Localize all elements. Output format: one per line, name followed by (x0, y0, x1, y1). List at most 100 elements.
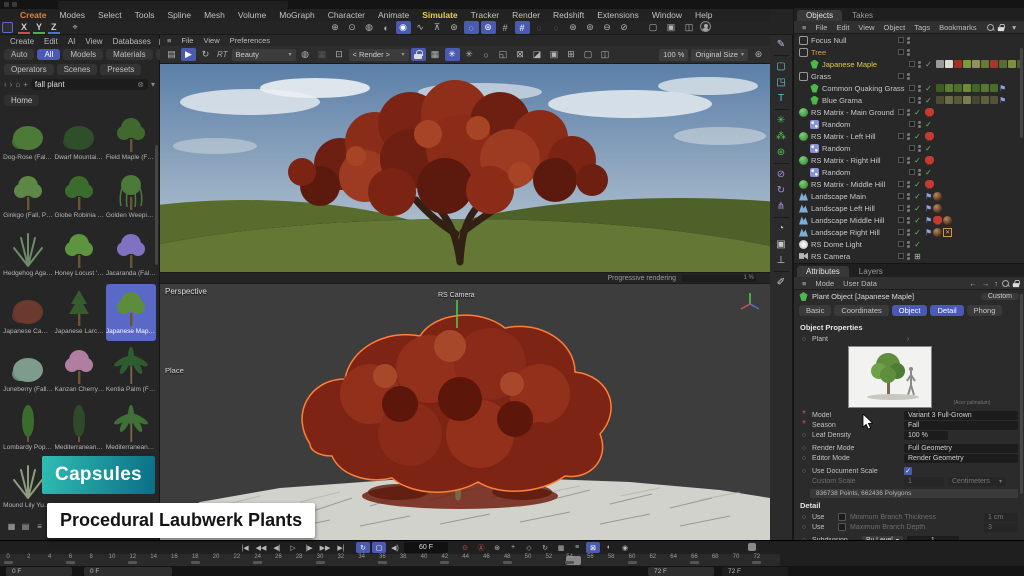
enable-check-icon[interactable]: ✓ (913, 180, 922, 189)
cloth-icon[interactable]: ◍ (362, 21, 377, 34)
layer-box-icon[interactable] (909, 85, 915, 91)
layer-box-icon[interactable] (909, 145, 915, 151)
object-row[interactable]: Focus Null (794, 34, 1024, 46)
visibility-dots-icon[interactable] (907, 241, 910, 248)
particle-settings-icon[interactable]: ⊚ (583, 21, 598, 34)
parameter-icon[interactable]: ▦ (554, 542, 568, 553)
object-row[interactable]: RS Matrix - Left Hill ✓ (794, 130, 1024, 142)
pyro-icon[interactable]: ◌ (464, 21, 479, 34)
goto-start-button[interactable]: |◀ (238, 542, 252, 553)
menu-render[interactable]: Render (506, 10, 546, 20)
menu-icon[interactable] (12, 2, 17, 7)
crop-icon[interactable]: ⊡ (332, 48, 347, 61)
object-row[interactable]: Random ✓ (794, 142, 1024, 154)
prev-key-button[interactable]: ◀◀ (254, 542, 268, 553)
visibility-dots-icon[interactable] (907, 109, 910, 116)
stop-tag-icon[interactable] (925, 108, 934, 117)
axis-locator-icon[interactable]: ⊕ (328, 21, 343, 34)
object-row[interactable]: RS Matrix - Middle Hill ✓ (794, 178, 1024, 190)
simulation-scene-icon[interactable]: ⊙ (345, 21, 360, 34)
plant-asset-mediterranean[interactable]: Mediterranean Dwarf ... (106, 400, 156, 457)
object-label[interactable]: Random (822, 144, 906, 153)
character-icon[interactable]: ⊼ (430, 21, 445, 34)
attr-burger-icon[interactable]: ≡ (798, 279, 810, 288)
range-start-field[interactable]: 0 F (6, 567, 72, 576)
menu-character[interactable]: Character (322, 10, 371, 20)
rope-icon[interactable]: ∿ (413, 21, 428, 34)
volume-icon[interactable]: ◳ (773, 75, 790, 90)
material-swatch[interactable] (972, 84, 980, 92)
cloner-icon[interactable]: ⁂ (773, 129, 790, 144)
character-settings-icon[interactable]: ⊛ (447, 21, 462, 34)
dim-a-icon[interactable]: ○ (532, 21, 547, 34)
copy-icon[interactable]: ◫ (598, 48, 613, 61)
object-manager-scrollbar[interactable] (1020, 48, 1023, 138)
lock-icon[interactable] (998, 23, 1004, 30)
record-icon[interactable]: ⊙ (458, 542, 472, 553)
asset-menu-databases[interactable]: Databases (109, 37, 155, 46)
pv-icon[interactable]: ▢ (581, 48, 596, 61)
material-pen-icon[interactable]: ✐ (773, 275, 790, 290)
keyframe-marker-icon[interactable] (748, 543, 756, 551)
asset-menu-view[interactable]: View (81, 37, 106, 46)
deformer-icon[interactable]: ⊘ (773, 167, 790, 182)
layer-box-icon[interactable] (898, 205, 904, 211)
range-start2-field[interactable]: 0 F (84, 567, 172, 576)
rigidbody-icon[interactable]: ◉ (396, 21, 411, 34)
white-balance-icon[interactable]: ○ (479, 48, 494, 61)
material-tag-icon[interactable] (933, 204, 942, 213)
tool-tab-scenes[interactable]: Scenes (57, 64, 98, 75)
plant-asset-japanese[interactable]: Japanese Maple (Fall, ... (106, 284, 156, 341)
enable-check-icon[interactable]: ✓ (924, 168, 933, 177)
filter-tab-models[interactable]: Models (63, 49, 103, 60)
plant-asset-dwarf[interactable]: Dwarf Mountain Pine (... (54, 110, 104, 167)
om-filter-icon[interactable]: ▾ (1008, 23, 1020, 32)
object-label[interactable]: Common Quaking Grass (822, 84, 906, 93)
annotation-tag-icon[interactable]: ⚑ (925, 204, 932, 213)
start-ipr-icon[interactable]: ▶ (181, 48, 196, 61)
menu-help[interactable]: Help (689, 10, 718, 20)
next-key-button[interactable]: ▶▶ (318, 542, 332, 553)
layer-box-icon[interactable] (909, 61, 915, 67)
object-label[interactable]: RS Matrix - Right Hill (811, 156, 895, 165)
asset-menu-edit[interactable]: Edit (40, 37, 62, 46)
play-button[interactable]: ▷ (286, 542, 300, 553)
layer-box-icon[interactable] (909, 97, 915, 103)
nav-arrow-icon[interactable]: ← (968, 279, 978, 288)
annotation-tag-icon[interactable]: ⚑ (925, 228, 932, 237)
enable-check-icon[interactable]: ✓ (913, 204, 922, 213)
visibility-dots-icon[interactable] (918, 85, 921, 92)
object-label[interactable]: RS Dome Light (811, 240, 895, 249)
gear-icon[interactable]: ⊛ (751, 48, 766, 61)
add-image-icon[interactable]: ⊞ (564, 48, 579, 61)
autokey-icon[interactable]: Ⓐ (474, 542, 488, 553)
enable-check-icon[interactable]: ✓ (924, 84, 933, 93)
material-tag-icon[interactable] (933, 228, 942, 237)
plant-asset-japanese[interactable]: Japanese Camellia (Fal... (3, 284, 53, 341)
plant-asset-hedgehog[interactable]: Hedgehog Agave (Fall... (3, 226, 53, 283)
material-tag-icon[interactable] (933, 192, 942, 201)
enable-check-icon[interactable]: ✓ (913, 228, 922, 237)
om-menu-tags[interactable]: Tags (910, 23, 934, 32)
object-label[interactable]: RS Matrix - Main Ground (811, 108, 895, 117)
rv-menu-view[interactable]: View (199, 36, 223, 45)
next-frame-button[interactable]: |▶ (302, 542, 316, 553)
menu-simulate[interactable]: Simulate (416, 10, 463, 20)
plant-asset-juneberry[interactable]: Juneberry (Fall, Plant) (3, 342, 53, 399)
pyro-settings-icon[interactable]: ⊛ (481, 21, 496, 34)
layer-box-icon[interactable] (898, 181, 904, 187)
forward-icon[interactable]: › (10, 80, 13, 89)
layer-box-icon[interactable] (898, 253, 904, 259)
menu-create[interactable]: Create (14, 10, 52, 20)
goto-end-button[interactable]: ▶| (334, 542, 348, 553)
object-label[interactable]: Random (822, 120, 906, 129)
material-swatch[interactable] (981, 96, 989, 104)
visibility-dots-icon[interactable] (918, 169, 921, 176)
plant-asset-dog-rose[interactable]: Dog-Rose (Fall, Plant) (3, 110, 53, 167)
plant-asset-honey[interactable]: Honey Locust 'Sunbur... (54, 226, 104, 283)
object-label[interactable]: Landscape Main (811, 192, 895, 201)
menu-tracker[interactable]: Tracker (465, 10, 506, 20)
visibility-dots-icon[interactable] (907, 229, 910, 236)
region-icon[interactable]: ⊠ (513, 48, 528, 61)
material-swatch[interactable] (999, 60, 1007, 68)
